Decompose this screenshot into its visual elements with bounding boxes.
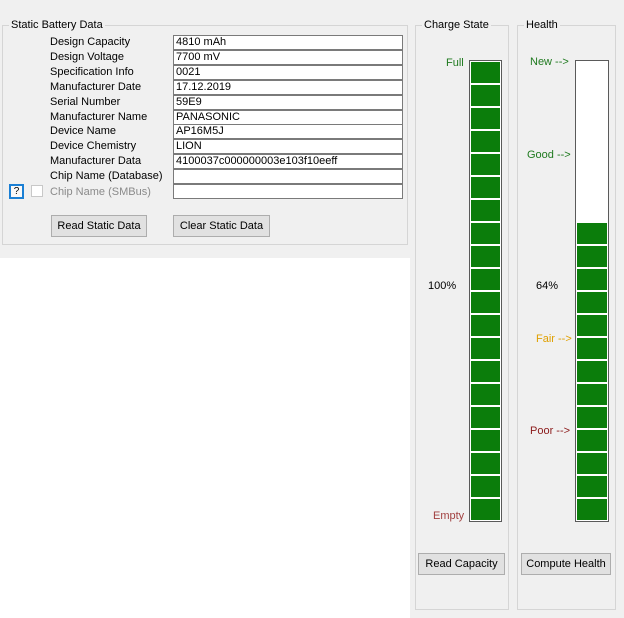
read-capacity-button[interactable]: Read Capacity (418, 553, 505, 575)
smbus-checkbox[interactable] (31, 185, 43, 197)
charge-segment (471, 407, 500, 428)
charge-segment (471, 177, 500, 198)
health-segment (577, 315, 607, 336)
label-specification-info: Specification Info (50, 66, 134, 78)
health-segment (577, 361, 607, 382)
charge-full-label: Full (446, 57, 464, 69)
charge-percent-readout: 100% (428, 280, 457, 292)
health-good-label: Good --> (527, 149, 571, 161)
health-segment (577, 499, 607, 520)
value-chip-name-database[interactable] (173, 169, 403, 184)
charge-segment (471, 430, 500, 451)
label-manufacturer-date: Manufacturer Date (50, 81, 142, 93)
charge-segment (471, 476, 500, 497)
label-design-voltage: Design Voltage (50, 51, 124, 63)
read-static-data-button[interactable]: Read Static Data (51, 215, 147, 237)
charge-segment (471, 499, 500, 520)
health-segment (577, 453, 607, 474)
charge-state-title: Charge State (424, 19, 489, 31)
charge-segment (471, 384, 500, 405)
compute-health-button[interactable]: Compute Health (521, 553, 611, 575)
empty-content-area (0, 258, 410, 618)
charge-segment (471, 154, 500, 175)
charge-segment (471, 315, 500, 336)
label-manufacturer-name: Manufacturer Name (50, 111, 148, 123)
clear-static-data-button[interactable]: Clear Static Data (173, 215, 270, 237)
charge-segment (471, 131, 500, 152)
charge-segment (471, 338, 500, 359)
value-specification-info[interactable]: 0021 (173, 65, 403, 80)
health-segment (577, 430, 607, 451)
charge-segment (471, 85, 500, 106)
charge-segment (471, 108, 500, 129)
charge-gauge (469, 60, 502, 522)
charge-empty-label: Empty (433, 510, 465, 522)
label-device-chemistry: Device Chemistry (50, 140, 137, 152)
health-segment (577, 476, 607, 497)
charge-segment (471, 269, 500, 290)
health-segment (577, 407, 607, 428)
charge-segment (471, 292, 500, 313)
label-chip-name-smbus: Chip Name (SMBus) (50, 186, 151, 198)
health-poor-label: Poor --> (530, 425, 571, 437)
value-chip-name-smbus[interactable] (173, 184, 403, 199)
label-device-name: Device Name (50, 125, 117, 137)
health-new-label: New --> (530, 56, 569, 68)
help-button[interactable]: ? (9, 184, 24, 199)
health-gauge (575, 60, 609, 522)
charge-segment (471, 361, 500, 382)
value-device-name[interactable]: AP16M5J (173, 124, 403, 139)
charge-segment (471, 200, 500, 221)
label-manufacturer-data: Manufacturer Data (50, 155, 142, 167)
health-segment (577, 384, 607, 405)
value-device-chemistry[interactable]: LION (173, 139, 403, 154)
health-segment (577, 292, 607, 313)
value-design-voltage[interactable]: 7700 mV (173, 50, 403, 65)
health-segment (577, 223, 607, 244)
health-fair-label: Fair --> (536, 333, 572, 345)
static-battery-data-title: Static Battery Data (11, 19, 103, 31)
value-manufacturer-name[interactable]: PANASONIC (173, 110, 403, 125)
health-segment (577, 246, 607, 267)
health-segment (577, 269, 607, 290)
health-percent-readout: 64% (536, 280, 559, 292)
value-serial-number[interactable]: 59E9 (173, 95, 403, 110)
charge-segment (471, 223, 500, 244)
value-manufacturer-data[interactable]: 4100037c000000003e103f10eeff (173, 154, 403, 169)
label-chip-name-database: Chip Name (Database) (50, 170, 163, 182)
charge-segment (471, 453, 500, 474)
health-title: Health (526, 19, 558, 31)
charge-segment (471, 62, 500, 83)
health-segment (577, 338, 607, 359)
label-serial-number: Serial Number (50, 96, 121, 108)
value-design-capacity[interactable]: 4810 mAh (173, 35, 403, 50)
label-design-capacity: Design Capacity (50, 36, 131, 48)
charge-segment (471, 246, 500, 267)
value-manufacturer-date[interactable]: 17.12.2019 (173, 80, 403, 95)
